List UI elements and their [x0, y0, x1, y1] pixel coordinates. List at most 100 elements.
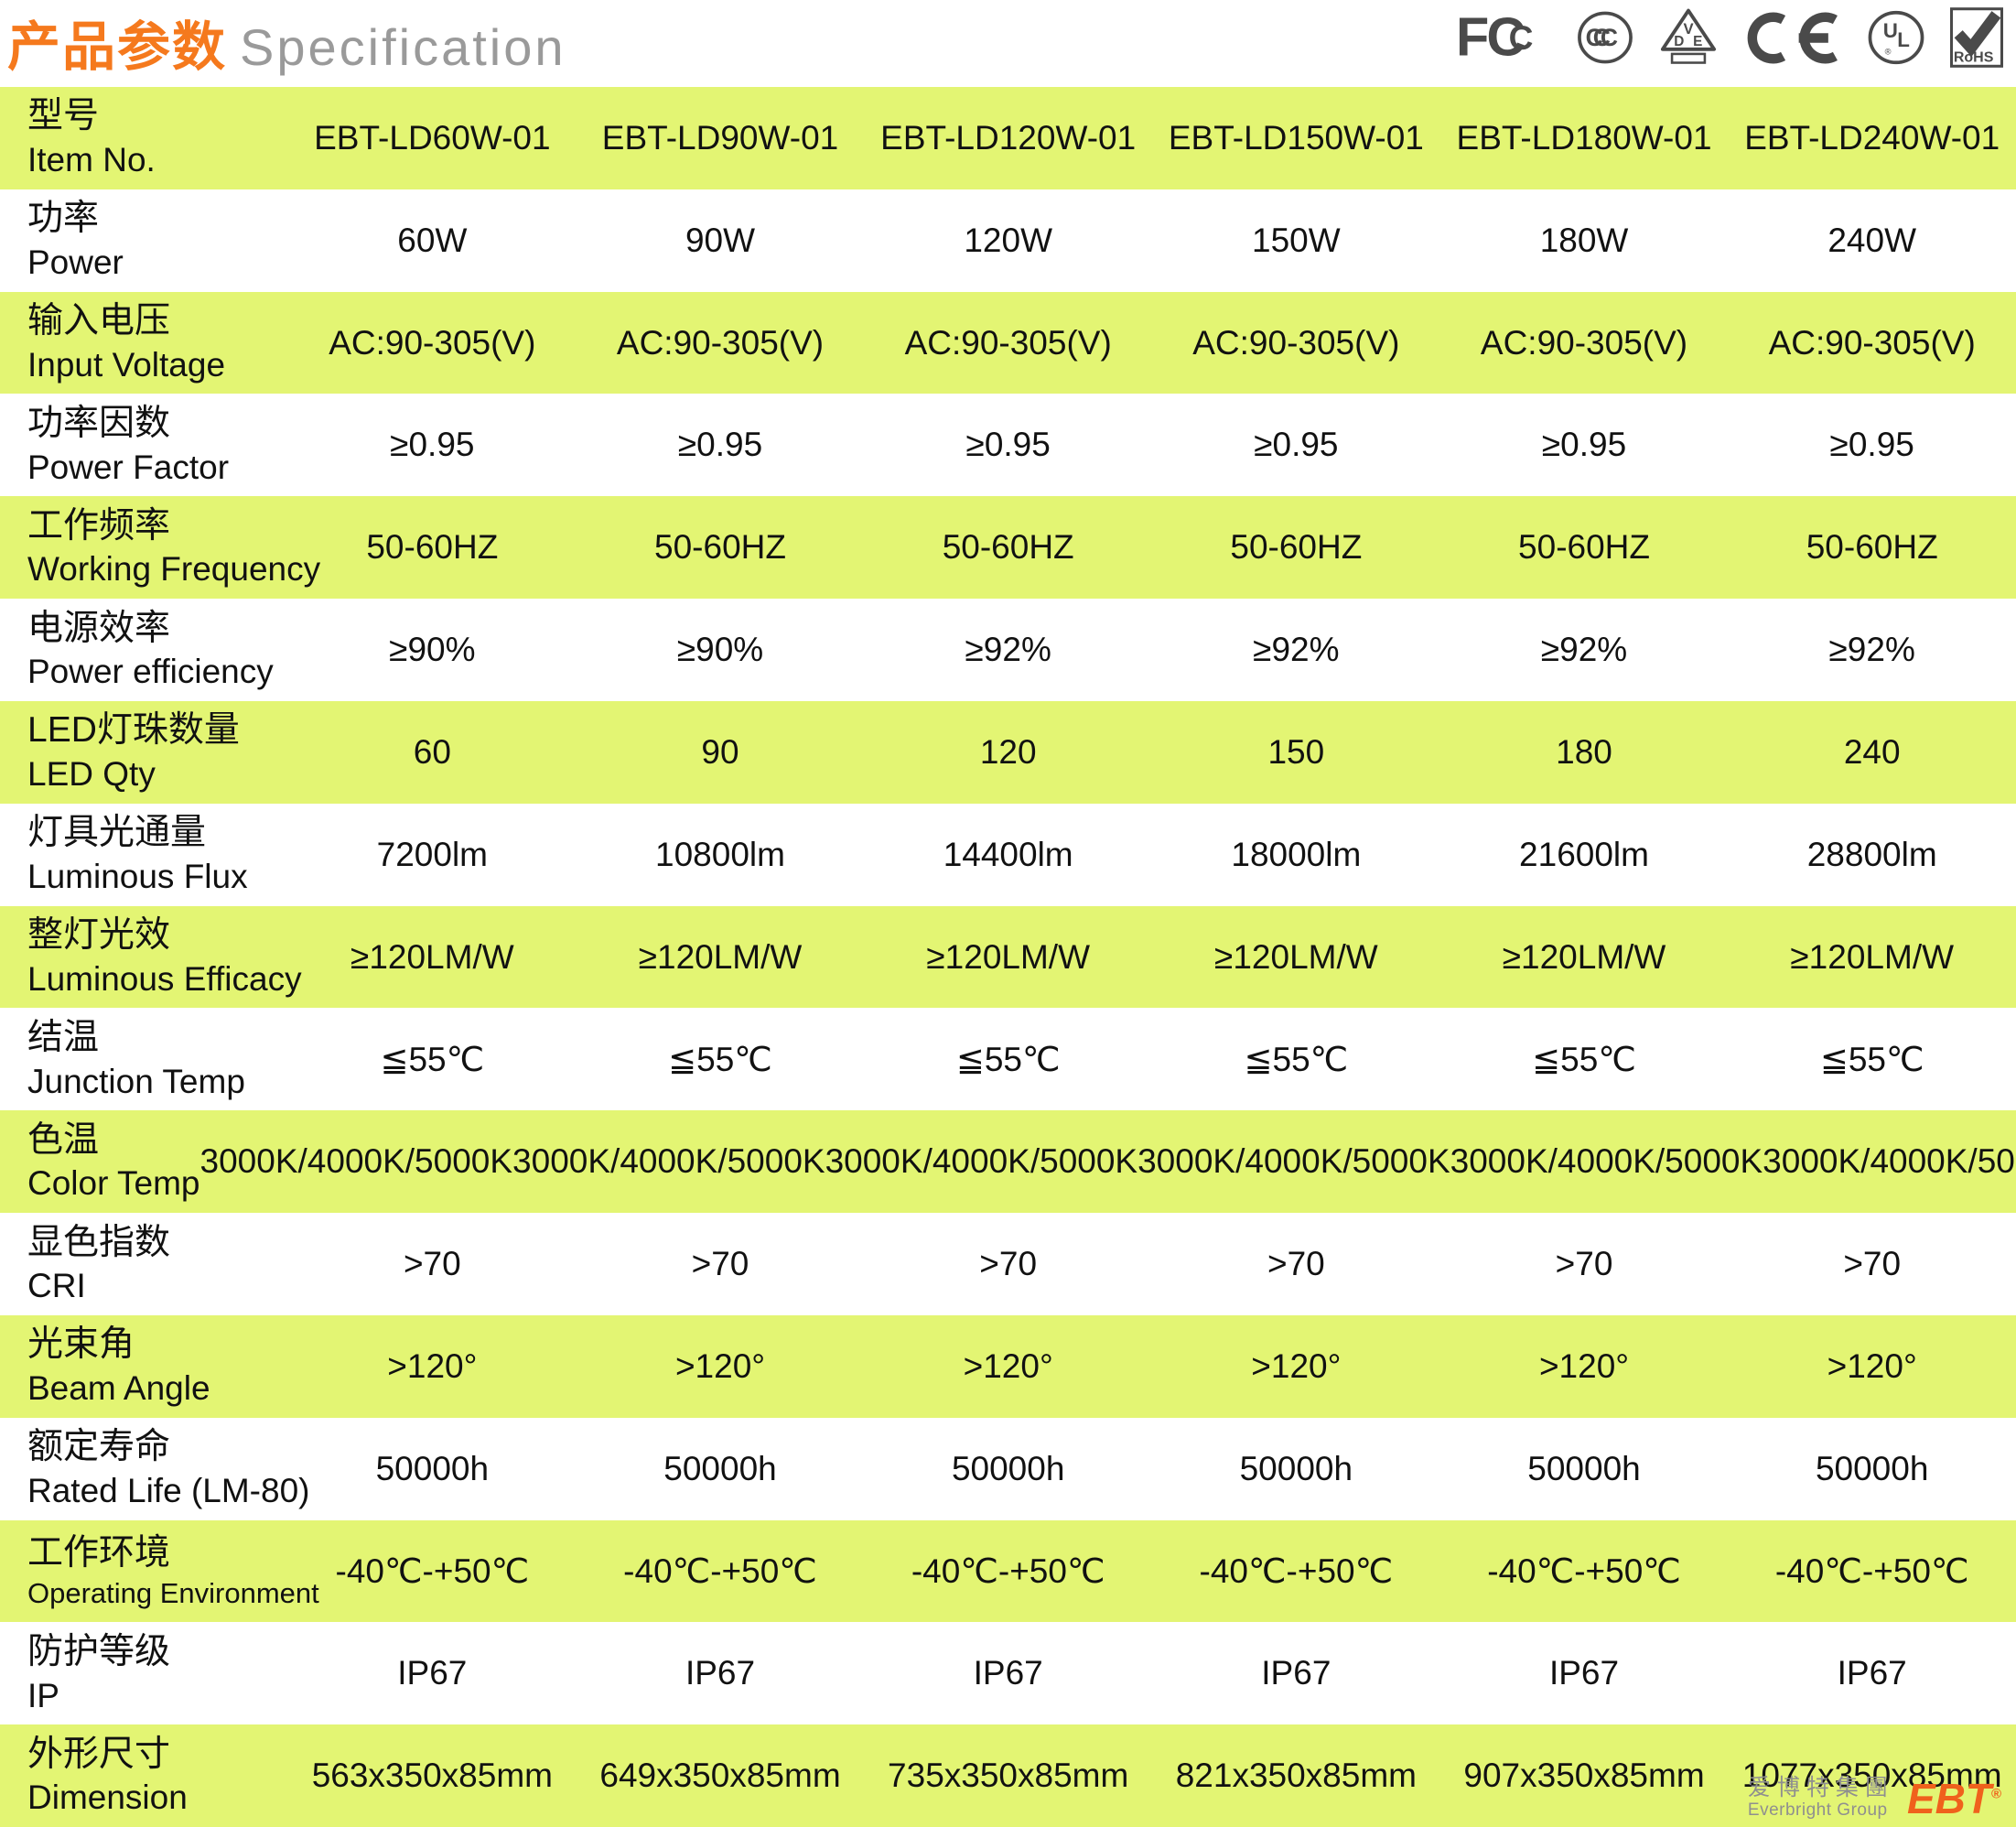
- value-cell: >120°: [1440, 1315, 1729, 1418]
- value-cell: EBT-LD60W-01: [288, 87, 577, 189]
- table-row: LED灯珠数量LED Qty6090120150180240: [0, 701, 2016, 804]
- fcc-icon: F C C: [1456, 11, 1551, 64]
- footer-company-en: Everbright Group: [1748, 1800, 1894, 1822]
- value-cell: 50000h: [1152, 1418, 1440, 1520]
- value-cell: >120°: [1152, 1315, 1440, 1418]
- table-row: 工作频率Working Frequency50-60HZ50-60HZ50-60…: [0, 496, 2016, 599]
- rohs-check-icon: RoHS: [1950, 7, 2003, 68]
- table-row: 防护等级IPIP67IP67IP67IP67IP67IP67: [0, 1622, 2016, 1724]
- table-row: 整灯光效Luminous Efficacy≥120LM/W≥120LM/W≥12…: [0, 906, 2016, 1009]
- value-cell: ≦55℃: [864, 1008, 1152, 1110]
- value-cell: 150: [1152, 701, 1440, 804]
- value-cell: 50000h: [288, 1418, 577, 1520]
- row-label-zh: 灯具光通量: [27, 811, 288, 856]
- value-cell: 28800lm: [1728, 804, 2016, 906]
- value-cell: ≥0.95: [288, 394, 577, 496]
- value-cell: 120: [864, 701, 1152, 804]
- value-cell: >120°: [864, 1315, 1152, 1418]
- svg-text:F: F: [1456, 11, 1489, 64]
- svg-text:E: E: [1693, 34, 1702, 49]
- row-label-zh: 功率因数: [27, 402, 288, 447]
- table-row: 额定寿命Rated Life (LM-80)50000h50000h50000h…: [0, 1418, 2016, 1520]
- value-cell: ≥92%: [1440, 599, 1729, 701]
- row-label: 结温Junction Temp: [0, 1008, 288, 1110]
- value-cell: 50-60HZ: [1152, 496, 1440, 599]
- value-cell: ≦55℃: [288, 1008, 577, 1110]
- row-label-en: Luminous Efficacy: [27, 958, 288, 1000]
- row-label: 色温Color Temp: [0, 1110, 200, 1213]
- row-label-zh: 额定寿命: [27, 1425, 288, 1470]
- value-cell: 50000h: [1440, 1418, 1729, 1520]
- value-cell: 3000K/4000K/5000K: [1450, 1110, 1763, 1213]
- value-cell: 240: [1728, 701, 2016, 804]
- value-cell: 907x350x85mm: [1440, 1724, 1729, 1827]
- value-cell: ≥0.95: [1728, 394, 2016, 496]
- value-cell: 50000h: [864, 1418, 1152, 1520]
- value-cell: 240W: [1728, 189, 2016, 292]
- value-cell: ≦55℃: [577, 1008, 865, 1110]
- value-cell: >120°: [577, 1315, 865, 1418]
- value-cell: AC:90-305(V): [577, 292, 865, 395]
- row-label: 灯具光通量Luminous Flux: [0, 804, 288, 906]
- row-label-zh: 电源效率: [27, 607, 288, 652]
- spec-table: 型号Item No.EBT-LD60W-01EBT-LD90W-01EBT-LD…: [0, 87, 2016, 1827]
- value-cell: AC:90-305(V): [1152, 292, 1440, 395]
- value-cell: 50-60HZ: [1728, 496, 2016, 599]
- row-label-zh: 整灯光效: [27, 914, 288, 958]
- ce-icon: [1743, 12, 1842, 64]
- table-row: 光束角Beam Angle>120°>120°>120°>120°>120°>1…: [0, 1315, 2016, 1418]
- value-cell: -40℃-+50℃: [1440, 1520, 1729, 1623]
- value-cell: AC:90-305(V): [864, 292, 1152, 395]
- row-label-en: IP: [27, 1675, 288, 1717]
- value-cell: -40℃-+50℃: [577, 1520, 865, 1623]
- ebt-logo: EBT®: [1907, 1778, 2001, 1820]
- row-label: 显色指数CRI: [0, 1213, 288, 1315]
- value-cell: ≥90%: [288, 599, 577, 701]
- value-cell: 50000h: [577, 1418, 865, 1520]
- value-cell: AC:90-305(V): [1440, 292, 1729, 395]
- row-label-en: Power Factor: [27, 447, 288, 489]
- row-label-en: CRI: [27, 1265, 288, 1307]
- value-cell: >120°: [1728, 1315, 2016, 1418]
- svg-text:®: ®: [1885, 48, 1892, 57]
- value-cell: ≦55℃: [1440, 1008, 1729, 1110]
- value-cell: ≥120LM/W: [1152, 906, 1440, 1009]
- row-label-en: Item No.: [27, 139, 288, 181]
- row-label: 额定寿命Rated Life (LM-80): [0, 1418, 288, 1520]
- row-label: 功率Power: [0, 189, 288, 292]
- value-cell: 60: [288, 701, 577, 804]
- row-label: 型号Item No.: [0, 87, 288, 189]
- value-cell: 90W: [577, 189, 865, 292]
- value-cell: -40℃-+50℃: [1152, 1520, 1440, 1623]
- value-cell: >70: [864, 1213, 1152, 1315]
- value-cell: 180W: [1440, 189, 1729, 292]
- value-cell: 10800lm: [577, 804, 865, 906]
- value-cell: IP67: [288, 1622, 577, 1724]
- page-title: 产品参数Specification: [7, 4, 566, 81]
- table-row: 功率因数Power Factor≥0.95≥0.95≥0.95≥0.95≥0.9…: [0, 394, 2016, 496]
- value-cell: -40℃-+50℃: [288, 1520, 577, 1623]
- row-label: 工作频率Working Frequency: [0, 496, 288, 599]
- value-cell: ≦55℃: [1152, 1008, 1440, 1110]
- row-label-en: Color Temp: [27, 1162, 200, 1205]
- value-cell: EBT-LD120W-01: [864, 87, 1152, 189]
- value-cell: >70: [577, 1213, 865, 1315]
- value-cell: >70: [1440, 1213, 1729, 1315]
- value-cell: ≥120LM/W: [1728, 906, 2016, 1009]
- value-cell: -40℃-+50℃: [1728, 1520, 2016, 1623]
- value-cell: ≥0.95: [1152, 394, 1440, 496]
- row-label-zh: 工作环境: [27, 1531, 288, 1576]
- page-header: 产品参数Specification F C C CCC V D E: [0, 0, 2016, 87]
- row-label-en: Beam Angle: [27, 1368, 288, 1410]
- value-cell: ≥0.95: [1440, 394, 1729, 496]
- row-label-zh: 输入电压: [27, 299, 288, 344]
- value-cell: 3000K/4000K/5000K: [1763, 1110, 2016, 1213]
- row-label-zh: 功率: [27, 197, 288, 242]
- value-cell: 14400lm: [864, 804, 1152, 906]
- value-cell: 3000K/4000K/5000K: [825, 1110, 1138, 1213]
- table-row: 外形尺寸Dimension563x350x85mm649x350x85mm735…: [0, 1724, 2016, 1827]
- row-label: 光束角Beam Angle: [0, 1315, 288, 1418]
- footer-company-zh: 爱博特集團: [1748, 1776, 1894, 1801]
- certification-icons: F C C CCC V D E: [1456, 5, 2003, 70]
- table-row: 结温Junction Temp≦55℃≦55℃≦55℃≦55℃≦55℃≦55℃: [0, 1008, 2016, 1110]
